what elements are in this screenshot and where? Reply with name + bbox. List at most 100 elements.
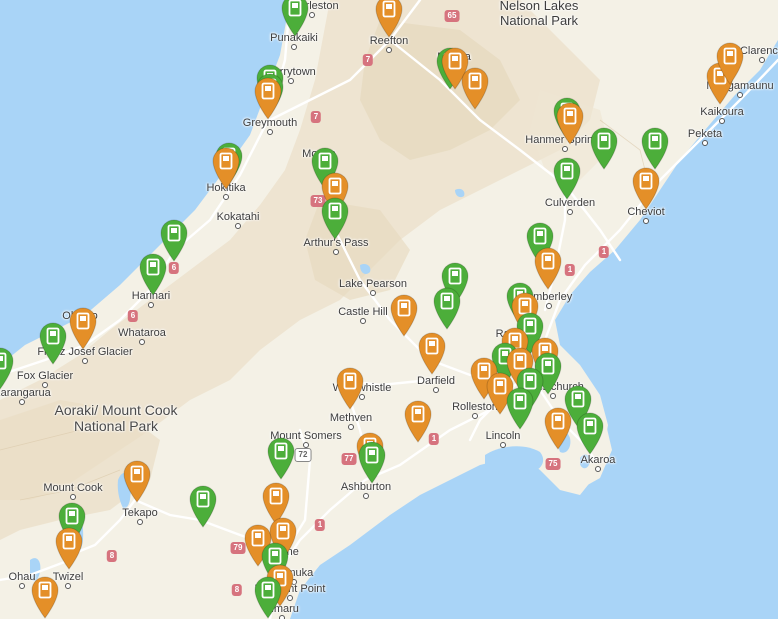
- charger-pin-green[interactable]: [505, 386, 535, 430]
- place-dot: [291, 44, 297, 50]
- place-dot: [370, 290, 376, 296]
- charger-pin-green[interactable]: [266, 436, 296, 480]
- place-label[interactable]: Whataroa: [118, 327, 166, 339]
- charger-pin-green[interactable]: [253, 575, 283, 619]
- place-label[interactable]: Akaroa: [581, 454, 616, 466]
- map-pin-icon: [55, 527, 83, 570]
- place-label[interactable]: Fox Glacier: [17, 370, 73, 382]
- place-label[interactable]: Kokatahi: [217, 211, 260, 223]
- charger-pin-orange[interactable]: [211, 146, 241, 190]
- place-dot: [433, 387, 439, 393]
- map-pin-icon: [189, 485, 217, 528]
- map-pin-icon: [418, 332, 446, 375]
- road-shield: 8: [231, 584, 243, 596]
- charger-pin-orange[interactable]: [533, 246, 563, 290]
- place-dot: [19, 399, 25, 405]
- place-dot: [567, 209, 573, 215]
- place-dot: [288, 78, 294, 84]
- place-label[interactable]: Lincoln: [486, 430, 521, 442]
- place-dot: [719, 118, 725, 124]
- charger-pin-orange[interactable]: [30, 575, 60, 619]
- place-dot: [546, 303, 552, 309]
- map-pin-icon: [433, 287, 461, 330]
- map-pin-icon: [506, 387, 534, 430]
- charger-pin-green[interactable]: [552, 156, 582, 200]
- charger-pin-green[interactable]: [575, 411, 605, 455]
- map-pin-icon: [358, 441, 386, 484]
- charger-pin-orange[interactable]: [374, 0, 404, 38]
- charger-pin-green[interactable]: [38, 321, 68, 365]
- charger-pin-green[interactable]: [138, 252, 168, 296]
- place-dot: [137, 519, 143, 525]
- road-shield: 1: [314, 519, 326, 531]
- road-shield: 72: [294, 448, 312, 462]
- map-pin-icon: [39, 322, 67, 365]
- map-canvas[interactable]: Charleston Punakaiki Reefton Barrytown Greym…: [0, 0, 778, 619]
- charger-pin-green[interactable]: [640, 126, 670, 170]
- map-pin-icon: [212, 147, 240, 190]
- place-dot: [643, 218, 649, 224]
- place-label[interactable]: Clarence: [740, 45, 778, 57]
- charger-pin-orange[interactable]: [417, 331, 447, 375]
- place-label[interactable]: Tekapo: [122, 507, 157, 519]
- road-shield: 8: [106, 550, 118, 562]
- place-dot: [139, 339, 145, 345]
- place-dot: [19, 583, 25, 589]
- place-dot: [267, 129, 273, 135]
- map-pin-icon: [576, 412, 604, 455]
- place-dot: [360, 318, 366, 324]
- road-shield: 1: [564, 264, 576, 276]
- place-label[interactable]: Castle Hill: [338, 306, 388, 318]
- place-dot: [82, 358, 88, 364]
- place-dot: [737, 92, 743, 98]
- map-pin-icon: [0, 347, 14, 390]
- place-dot: [65, 583, 71, 589]
- place-label[interactable]: Nelson Lakes National Park: [484, 0, 594, 28]
- charger-pin-orange[interactable]: [403, 399, 433, 443]
- charger-pin-orange[interactable]: [555, 101, 585, 145]
- map-pin-icon: [404, 400, 432, 443]
- place-label[interactable]: Methven: [330, 412, 372, 424]
- place-dot: [333, 249, 339, 255]
- place-dot: [759, 57, 765, 63]
- charger-pin-orange[interactable]: [460, 66, 490, 110]
- map-pin-icon: [556, 102, 584, 145]
- place-label[interactable]: Aoraki/ Mount Cook National Park: [51, 402, 181, 434]
- charger-pin-green[interactable]: [0, 346, 15, 390]
- map-pin-icon: [254, 576, 282, 619]
- charger-pin-green[interactable]: [320, 196, 350, 240]
- place-dot: [363, 493, 369, 499]
- road-shield: 6: [127, 310, 139, 322]
- place-dot: [148, 302, 154, 308]
- charger-pin-orange[interactable]: [253, 76, 283, 120]
- place-dot: [235, 223, 241, 229]
- place-label[interactable]: Darfield: [417, 375, 455, 387]
- lake-ellesmere: [485, 446, 544, 475]
- charger-pin-orange[interactable]: [715, 41, 745, 85]
- map-pin-icon: [534, 247, 562, 290]
- place-label[interactable]: Lake Pearson: [339, 278, 407, 290]
- charger-pin-orange[interactable]: [631, 166, 661, 210]
- map-pin-icon: [321, 197, 349, 240]
- place-dot: [223, 194, 229, 200]
- place-label[interactable]: Peketa: [688, 128, 722, 140]
- map-pin-icon: [716, 42, 744, 85]
- place-dot: [702, 140, 708, 146]
- charger-pin-orange[interactable]: [122, 459, 152, 503]
- charger-pin-orange[interactable]: [54, 526, 84, 570]
- road-shield: 65: [444, 10, 460, 22]
- charger-pin-green[interactable]: [188, 484, 218, 528]
- charger-pin-orange[interactable]: [335, 366, 365, 410]
- charger-pin-green[interactable]: [432, 286, 462, 330]
- charger-pin-green[interactable]: [280, 0, 310, 37]
- charger-pin-orange[interactable]: [68, 306, 98, 350]
- map-pin-icon: [69, 307, 97, 350]
- map-pin-icon: [641, 127, 669, 170]
- place-label[interactable]: Mount Cook: [43, 482, 102, 494]
- charger-pin-green[interactable]: [357, 440, 387, 484]
- place-label[interactable]: Kaikoura: [700, 106, 743, 118]
- charger-pin-green[interactable]: [589, 126, 619, 170]
- charger-pin-orange[interactable]: [389, 293, 419, 337]
- map-pin-icon: [281, 0, 309, 37]
- road-shield: 7: [362, 54, 374, 66]
